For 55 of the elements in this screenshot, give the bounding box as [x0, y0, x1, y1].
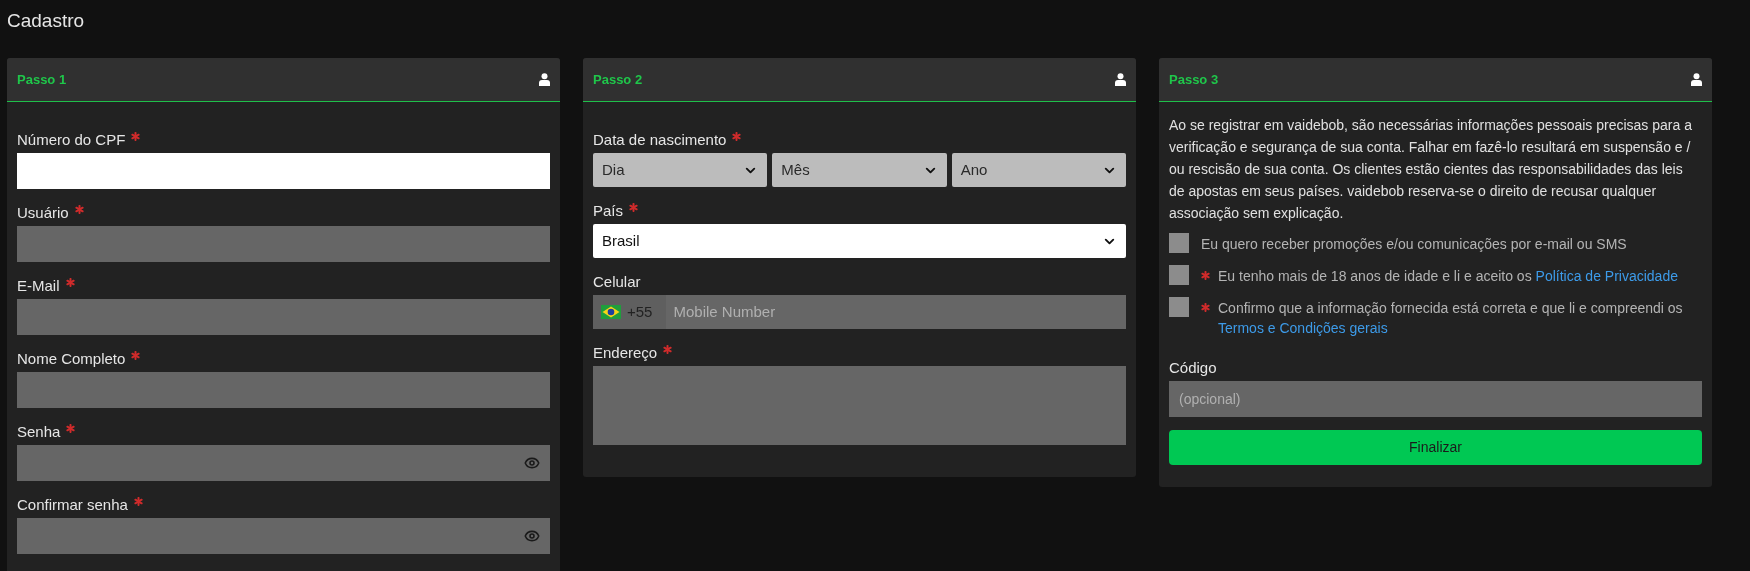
field-label: Data de nascimento: [593, 130, 727, 150]
dropdown[interactable]: Brasil: [593, 224, 1126, 258]
address-textarea[interactable]: [593, 366, 1126, 445]
required-asterisk-icon: [663, 345, 673, 354]
checkbox[interactable]: [1169, 297, 1189, 317]
checkbox-label: Eu tenho mais de 18 anos de idade e li e aceito os Política de Privacidade: [1218, 267, 1678, 286]
input-field[interactable]: [17, 518, 550, 554]
input-field[interactable]: [17, 372, 550, 408]
notice-text: Ao se registrar em vaidebob, são necessárias informações pessoais precisas para a verificação e segurança de sua conta. Falhar em fazê-lo resultará em suspensão e / ou rescisão de sua conta. Os clientes estão cientes das responsabilidades das leis de apostas em seus países. vaidebob reserva-se o direito de recusar qualquer associação sem explicação.: [1169, 116, 1693, 223]
submit-button[interactable]: Finalizar: [1169, 430, 1702, 465]
field-label: Celular: [593, 272, 641, 292]
placeholder: Mobile Number: [673, 301, 776, 322]
flag-icon: [601, 305, 621, 319]
field-label: Nome Completo: [17, 349, 126, 369]
required-asterisk-icon: [65, 278, 75, 287]
field-label: E-Mail: [17, 276, 60, 296]
field-label: Número do CPF: [17, 130, 126, 150]
required-asterisk-icon: [732, 132, 742, 141]
checkbox-label: Confirmo que a informação fornecida está correta e que li e compreendi os Termos e Condições gerais: [1218, 299, 1684, 338]
link[interactable]: Termos e Condições gerais: [1218, 320, 1388, 336]
dropdown[interactable]: Mês: [772, 153, 947, 187]
required-asterisk-icon: [66, 424, 76, 433]
checkbox[interactable]: [1169, 265, 1189, 285]
eye-icon[interactable]: [524, 455, 540, 471]
eye-icon[interactable]: [524, 528, 540, 544]
field-label: País: [593, 201, 623, 221]
field-label: Senha: [17, 422, 61, 442]
step-title: Passo 3: [1169, 70, 1219, 89]
required-asterisk-icon: [131, 132, 141, 141]
field-label: Confirmar senha: [17, 495, 128, 515]
checkbox-label: Eu quero receber promoções e/ou comunicações por e-mail ou SMS: [1201, 235, 1627, 254]
required-asterisk-icon: [1201, 303, 1210, 312]
link[interactable]: Política de Privacidade: [1535, 268, 1678, 284]
field-label: Endereço: [593, 343, 658, 363]
required-asterisk-icon: [629, 203, 638, 212]
required-asterisk-icon: [74, 205, 84, 214]
input-field[interactable]: [17, 299, 550, 335]
step-title: Passo 1: [17, 70, 67, 89]
user-icon: [1115, 73, 1126, 86]
step-title: Passo 2: [593, 70, 643, 89]
field-label: Usuário: [17, 203, 69, 223]
field-label: Código: [1169, 358, 1217, 378]
checkbox[interactable]: [1169, 233, 1189, 253]
user-icon: [539, 73, 550, 86]
user-icon: [1691, 73, 1702, 86]
required-asterisk-icon: [133, 497, 143, 506]
dropdown[interactable]: Dia: [593, 153, 768, 187]
input-field[interactable]: [17, 445, 550, 481]
input-field[interactable]: [17, 153, 550, 189]
country-code: +55: [627, 301, 653, 322]
required-asterisk-icon: [1201, 271, 1210, 280]
input-field[interactable]: [17, 226, 550, 262]
page-title: Cadastro: [7, 9, 86, 33]
dropdown[interactable]: Ano: [951, 153, 1126, 187]
required-asterisk-icon: [131, 351, 141, 360]
